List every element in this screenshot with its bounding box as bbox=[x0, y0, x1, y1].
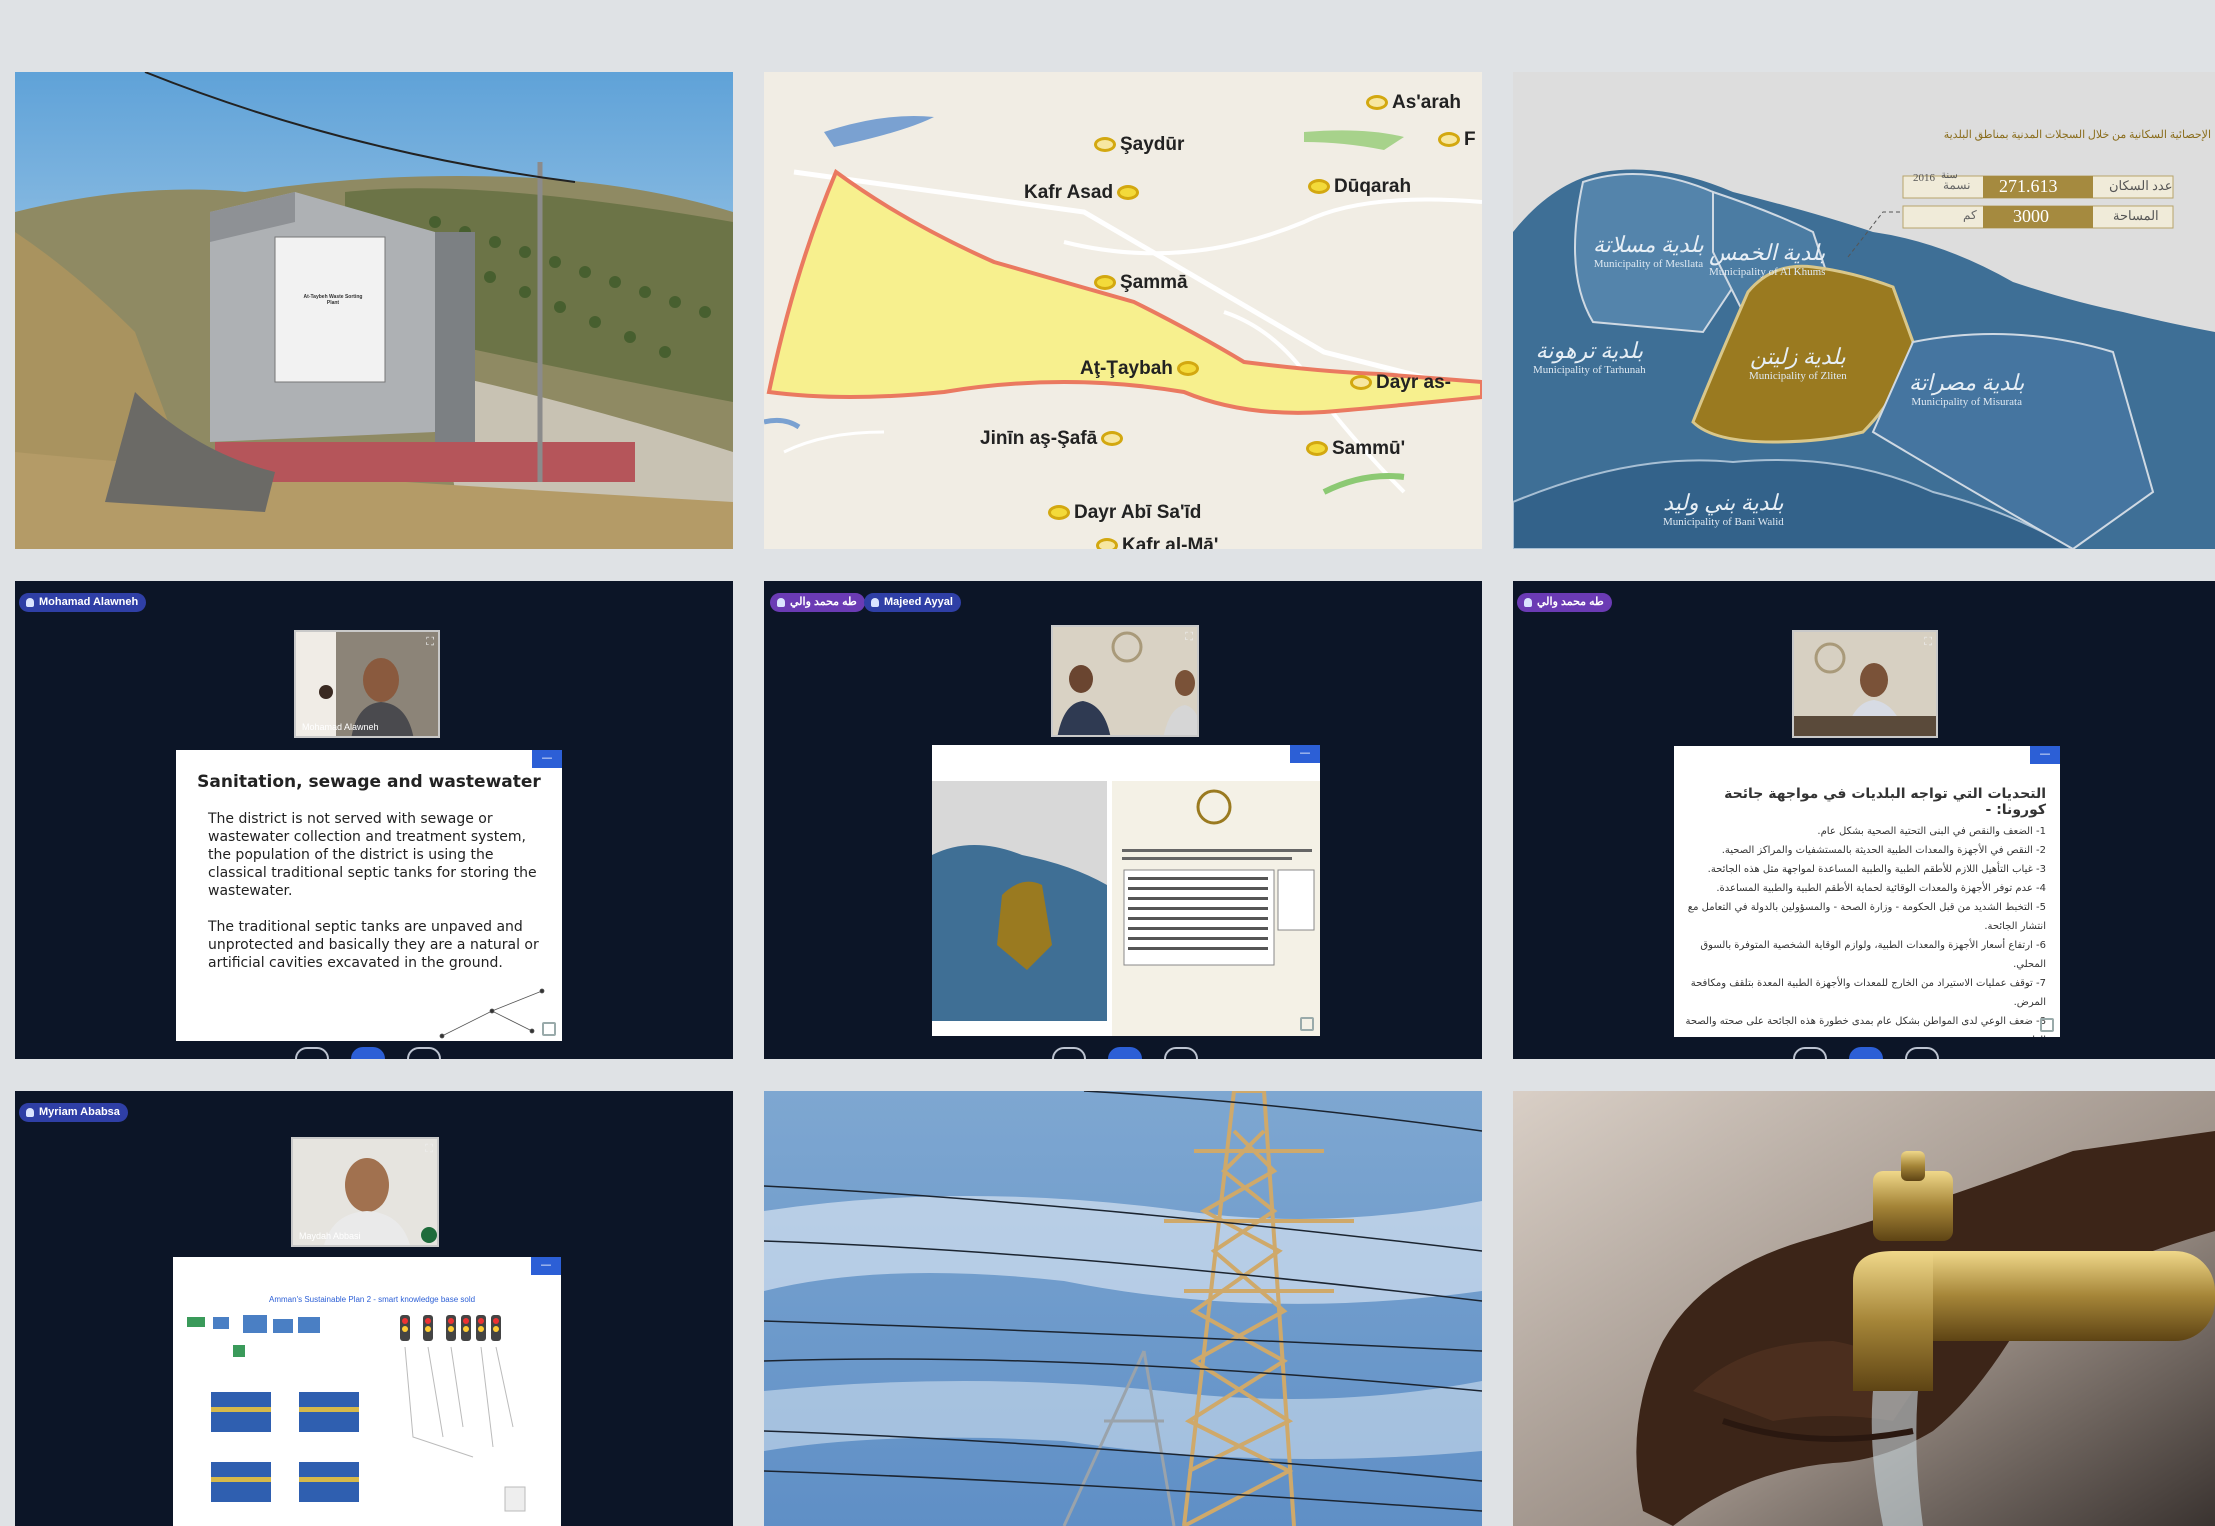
slide-title: Amman's Sustainable Plan 2 - smart knowl… bbox=[269, 1295, 476, 1304]
participant-video-name: Maydah Abbasi bbox=[299, 1231, 361, 1241]
hangup-button[interactable] bbox=[1164, 1047, 1198, 1059]
slide-minimize-icon[interactable]: — bbox=[532, 750, 562, 768]
map-label-sammu: Sammū' bbox=[1302, 438, 1405, 460]
shared-slide: — Sanitation, sewage and wastewater The … bbox=[176, 750, 562, 1041]
slide-title: Sanitation, sewage and wastewater bbox=[197, 772, 541, 792]
slide-item-3: 3- غياب التأهيل اللازم للأطقم الطبية وال… bbox=[1707, 864, 2046, 875]
slide-item-1: 1- الضعف والنقص في البنى التحتية الصحية … bbox=[1817, 826, 2046, 837]
gallery-tile-meeting-ayyal[interactable]: طه محمد والي Majeed Ayyal ⛶ — bbox=[764, 581, 1482, 1059]
mic-button[interactable] bbox=[1052, 1047, 1086, 1059]
slide-fullscreen-icon[interactable] bbox=[1300, 1017, 1314, 1031]
map-label-samma: Şammā bbox=[1090, 272, 1188, 294]
meeting-controls bbox=[1052, 1047, 1198, 1059]
participant-tag: Myriam Ababsa bbox=[19, 1103, 128, 1122]
zliten-population-value: 271.613 bbox=[1999, 176, 2058, 196]
slide-paragraph-2: The traditional septic tanks are unpaved… bbox=[208, 919, 539, 971]
gallery-tile-waste-plant-photo[interactable]: At-Taybeh Waste Sorting Plant bbox=[15, 72, 733, 549]
region-bani-walid: بلدية بني وليد Municipality of Bani Walid bbox=[1663, 490, 1784, 528]
zliten-header: الإحصائية السكانية من خلال السجلات المدن… bbox=[1943, 129, 2211, 141]
map-label-saydur: Şaydūr bbox=[1090, 134, 1184, 156]
shared-slide: — Amman's Sustainable Plan 2 - smart kno… bbox=[173, 1257, 561, 1526]
plant-sign-title: At-Taybeh Waste Sorting Plant bbox=[303, 294, 363, 306]
gallery-tile-meeting-ababsa[interactable]: Myriam Ababsa ⛶ Maydah Abbasi — Amman's … bbox=[15, 1091, 733, 1526]
participant-video-name: Mohamad Alawneh bbox=[302, 722, 379, 732]
slide-item-7: 7- توقف عمليات الاستيراد من الخارج للمعد… bbox=[1690, 978, 2046, 1008]
gallery-tile-water-tap-photo[interactable] bbox=[1513, 1091, 2215, 1526]
region-mesllata: بلدية مسلاتة Municipality of Mesllata bbox=[1593, 232, 1704, 270]
map-label-duqarah: Dūqarah bbox=[1304, 176, 1411, 198]
slide-minimize-icon[interactable]: — bbox=[531, 1257, 561, 1275]
hangup-button[interactable] bbox=[1905, 1047, 1939, 1059]
map-label-at-taybah: Aţ-Ţaybah bbox=[1080, 358, 1203, 380]
power-pylon-photo bbox=[764, 1091, 1482, 1526]
participant-video[interactable]: ⛶ bbox=[1051, 625, 1199, 737]
participant-tag: Mohamad Alawneh bbox=[19, 593, 147, 612]
person-video-frame bbox=[1794, 632, 1936, 736]
camera-button[interactable] bbox=[1108, 1047, 1142, 1059]
slide-title: التحديات التي تواجه البلديات في مواجهة ج… bbox=[1724, 786, 2046, 818]
camera-button[interactable] bbox=[351, 1047, 385, 1059]
slide-paragraph-1: The district is not served with sewage o… bbox=[208, 811, 537, 899]
hangup-button[interactable] bbox=[407, 1047, 441, 1059]
water-tap-photo bbox=[1513, 1091, 2215, 1526]
slide-arabic-content: التحديات التي تواجه البلديات في مواجهة ج… bbox=[1674, 746, 2060, 1037]
participant-video[interactable]: ⛶ Mohamad Alawneh bbox=[294, 630, 440, 738]
gallery-tile-zliten-map[interactable]: الإحصائية السكانية من خلال السجلات المدن… bbox=[1513, 72, 2215, 549]
expand-icon[interactable]: ⛶ bbox=[1924, 635, 1932, 649]
participant-tag-arabic: طه محمد والي bbox=[770, 593, 865, 612]
map-label-kafr-al-ma: Kafr al-Mā' bbox=[1092, 535, 1218, 549]
slide-item-2: 2- النقص في الأجهزة والمعدات الطبية الحد… bbox=[1721, 845, 2046, 856]
region-tarhunah: بلدية ترهونة Municipality of Tarhunah bbox=[1533, 338, 1646, 376]
participant-video[interactable]: ⛶ Maydah Abbasi bbox=[291, 1137, 439, 1247]
person-video-frame bbox=[1053, 627, 1197, 735]
expand-icon[interactable]: ⛶ bbox=[1185, 630, 1193, 644]
gallery-tile-map[interactable]: As'arah Şaydūr F Kafr Asad Dūqarah Şammā… bbox=[764, 72, 1482, 549]
expand-icon[interactable]: ⛶ bbox=[426, 635, 434, 649]
expand-icon[interactable]: ⛶ bbox=[425, 1142, 433, 1156]
camera-button[interactable] bbox=[1849, 1047, 1883, 1059]
zliten-area-value: 3000 bbox=[2013, 206, 2049, 226]
waste-plant-photo bbox=[15, 72, 733, 549]
slide-body: The district is not served with sewage o… bbox=[208, 810, 544, 972]
slide-item-6: 6- ارتفاع أسعار الأجهزة والمعدات الطبية،… bbox=[1700, 940, 2046, 970]
shared-slide: — bbox=[932, 745, 1320, 1036]
region-misurata: بلدية مصراتة Municipality of Misurata bbox=[1909, 370, 2025, 408]
shared-slide: — التحديات التي تواجه البلديات في مواجهة… bbox=[1674, 746, 2060, 1037]
participant-tag-arabic: طه محمد والي bbox=[1517, 593, 1612, 612]
map-label-dayr-as: Dayr as- bbox=[1346, 372, 1451, 394]
gallery-tile-meeting-alawneh[interactable]: Mohamad Alawneh ⛶ Mohamad Alawneh — Sani… bbox=[15, 581, 733, 1059]
image-gallery-grid: At-Taybeh Waste Sorting Plant As'arah Şa… bbox=[0, 0, 2215, 1526]
slide-fullscreen-icon[interactable] bbox=[542, 1022, 556, 1036]
slide-minimize-icon[interactable]: — bbox=[1290, 745, 1320, 763]
region-zliten: بلدية زليتن Municipality of Zliten bbox=[1749, 344, 1847, 382]
map-label-kafr-asad: Kafr Asad bbox=[1024, 182, 1143, 204]
participant-video[interactable]: ⛶ bbox=[1792, 630, 1938, 738]
zliten-area-unit: كم bbox=[1963, 208, 1977, 222]
slide-item-4: 4- عدم توفر الأجهزة والمعدات الوقائية لح… bbox=[1716, 883, 2046, 894]
map-label-jinin-as-safa: Jinīn aş-Şafā bbox=[980, 428, 1127, 450]
gallery-tile-power-pylon-photo[interactable] bbox=[764, 1091, 1482, 1526]
map-label-asarah: As'arah bbox=[1362, 92, 1461, 114]
mic-button[interactable] bbox=[295, 1047, 329, 1059]
zliten-area-label: المساحة bbox=[2113, 208, 2159, 223]
zliten-map-background bbox=[1513, 72, 2215, 549]
meeting-controls bbox=[295, 1047, 441, 1059]
map-label-f: F bbox=[1434, 129, 1476, 151]
meeting-controls bbox=[1793, 1047, 1939, 1059]
zliten-year: 2016 bbox=[1913, 172, 1935, 184]
region-al-khums: بلدية الخمس Municipality of Al Khums bbox=[1709, 240, 1826, 278]
slide-fullscreen-icon[interactable] bbox=[2040, 1018, 2054, 1032]
mic-button[interactable] bbox=[1793, 1047, 1827, 1059]
gallery-tile-meeting-arabic-slide[interactable]: طه محمد والي ⛶ — التحديات التي تواجه الب… bbox=[1513, 581, 2215, 1059]
zliten-population-label: عدد السكان bbox=[2109, 178, 2173, 193]
slide-item-5: 5- التخبط الشديد من قبل الحكومة - وزارة … bbox=[1687, 902, 2046, 932]
participant-tag: Majeed Ayyal bbox=[864, 593, 961, 612]
zliten-population-unit: نسمة bbox=[1943, 178, 1971, 192]
slide-minimize-icon[interactable]: — bbox=[2030, 746, 2060, 764]
slide-map-and-table bbox=[932, 781, 1320, 1036]
slide-item-8: 8- ضعف الوعي لدى المواطن بشكل عام بمدى خ… bbox=[1685, 1016, 2046, 1037]
map-label-dayr-abi-said: Dayr Abī Sa'īd bbox=[1044, 502, 1201, 524]
